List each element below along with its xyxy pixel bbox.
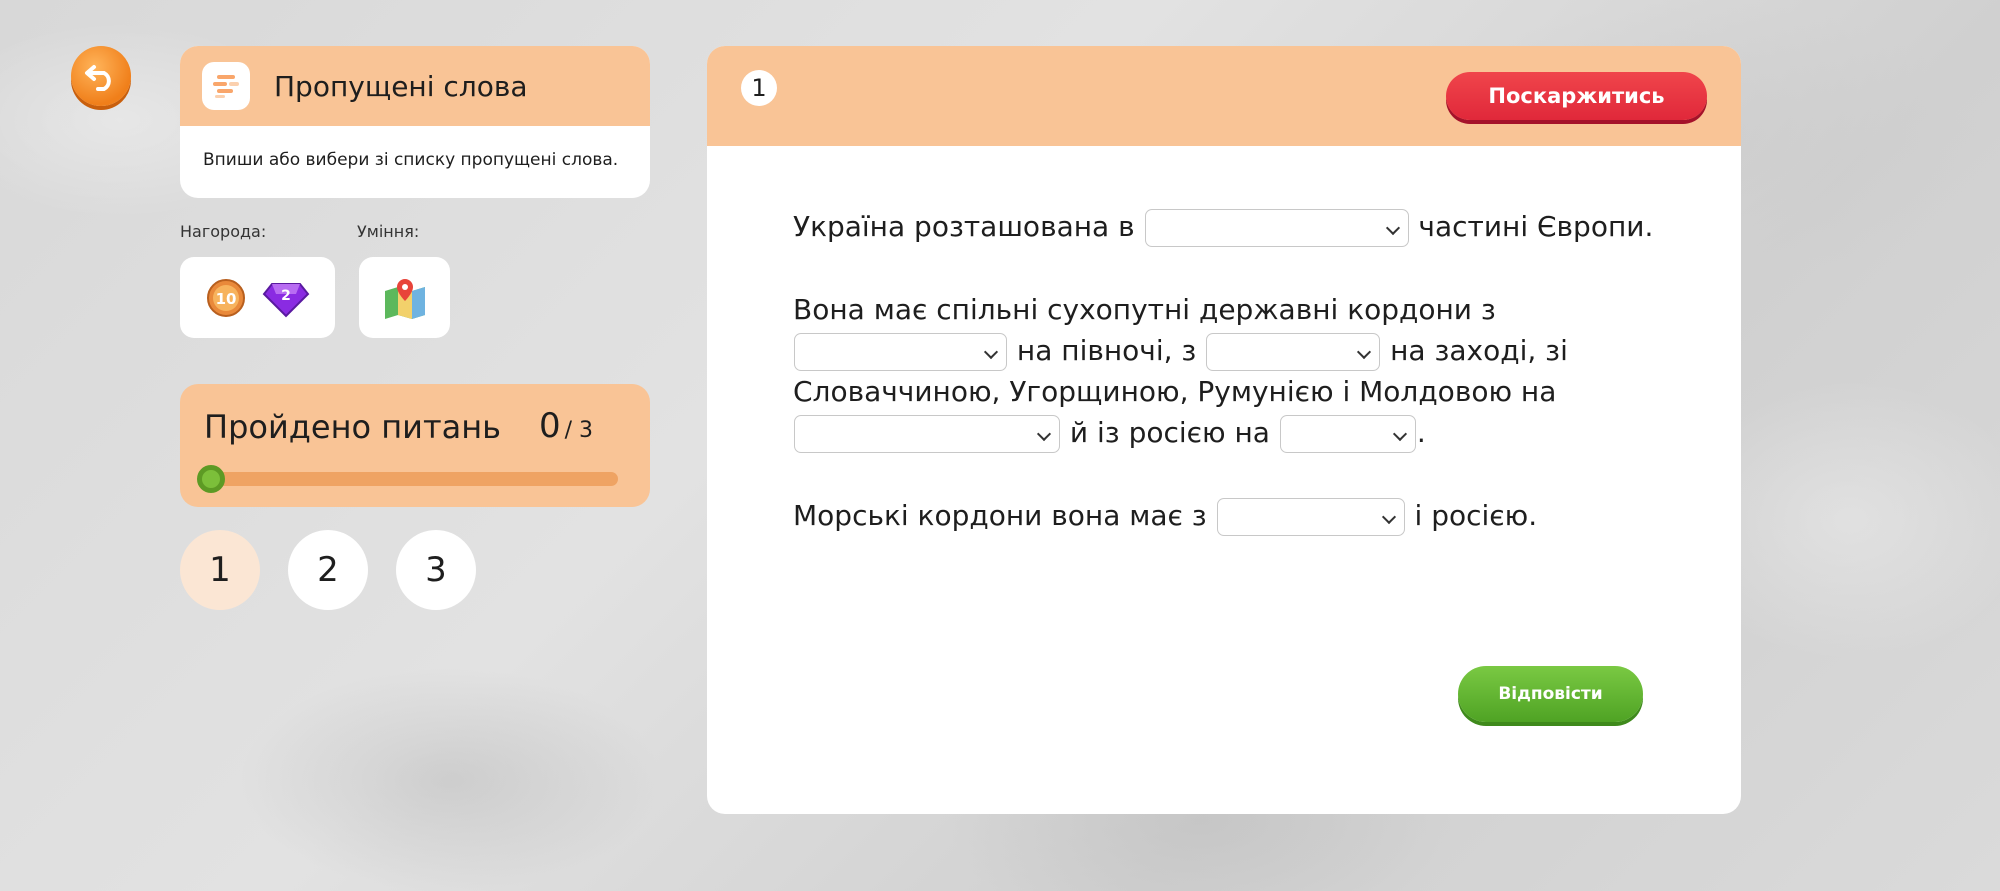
progress-total: / 3: [564, 418, 594, 443]
chevron-down-icon: [1381, 509, 1396, 525]
blank-select-3[interactable]: [1206, 333, 1381, 371]
skill-box: [359, 257, 450, 338]
progress-label: Пройдено питань: [204, 408, 501, 446]
chevron-down-icon: [983, 344, 999, 360]
text-segment: Вона має спільні сухопутні державні корд…: [793, 293, 1496, 326]
chevron-down-icon: [1036, 426, 1052, 442]
question-paragraph-3: Морські кордони вона має з і росією.: [793, 495, 1673, 536]
question-nav-2[interactable]: 2: [288, 530, 368, 610]
progress-count: 0/ 3: [539, 406, 593, 446]
text-segment: Морські кордони вона має з: [793, 499, 1207, 532]
back-button[interactable]: [71, 46, 131, 106]
text-segment: й із росією на: [1069, 416, 1270, 449]
progress-knob: [197, 465, 225, 493]
task-card: Пропущені слова Впиши або вибери зі спис…: [180, 46, 650, 198]
blank-select-6[interactable]: [1216, 498, 1405, 536]
text-segment: частині Європи.: [1418, 210, 1654, 243]
gem-icon: 2: [262, 282, 309, 317]
chevron-down-icon: [1357, 344, 1372, 360]
question-header: 1 Поскаржитись: [707, 46, 1741, 146]
question-number-badge: 1: [741, 70, 777, 106]
progress-bar: [204, 472, 618, 486]
question-card: 1 Поскаржитись Україна розташована в час…: [707, 46, 1741, 814]
task-description: Впиши або вибери зі списку пропущені сло…: [203, 150, 619, 170]
complain-button[interactable]: Поскаржитись: [1446, 72, 1707, 120]
question-nav-3[interactable]: 3: [396, 530, 476, 610]
question-paragraph-2: Вона має спільні сухопутні державні корд…: [793, 289, 1673, 453]
blank-select-5[interactable]: [1279, 415, 1416, 453]
task-title: Пропущені слова: [274, 69, 528, 103]
answer-button[interactable]: Відповісти: [1458, 666, 1643, 722]
reward-box: 10 2: [180, 257, 335, 338]
progress-done: 0: [539, 406, 561, 446]
text-segment: і росією.: [1414, 499, 1538, 532]
text-segment: Україна розташована в: [793, 210, 1135, 243]
text-segment: .: [1416, 416, 1426, 449]
question-paragraph-1: Україна розташована в частині Європи.: [793, 206, 1673, 247]
gem-value: 2: [281, 288, 291, 304]
question-nav-1[interactable]: 1: [180, 530, 260, 610]
blank-select-2[interactable]: [794, 333, 1007, 371]
reward-label: Нагорода:: [180, 222, 267, 241]
question-nav: 1 2 3: [180, 530, 476, 610]
coin-value: 10: [215, 290, 236, 308]
question-text: Україна розташована в частині Європи. Во…: [793, 206, 1673, 578]
skills-label: Уміння:: [357, 222, 420, 241]
missing-words-icon: [202, 62, 250, 110]
task-header: Пропущені слова: [180, 46, 650, 126]
progress-card: Пройдено питань 0/ 3: [180, 384, 650, 507]
chevron-down-icon: [1385, 220, 1400, 236]
blank-select-1[interactable]: [1144, 209, 1409, 247]
blank-select-4[interactable]: [794, 415, 1060, 453]
map-pin-icon: [384, 278, 425, 319]
text-segment: на півночі, з: [1016, 334, 1197, 367]
chevron-down-icon: [1392, 426, 1407, 442]
coin-icon: 10: [206, 278, 245, 317]
undo-icon: [85, 65, 111, 91]
